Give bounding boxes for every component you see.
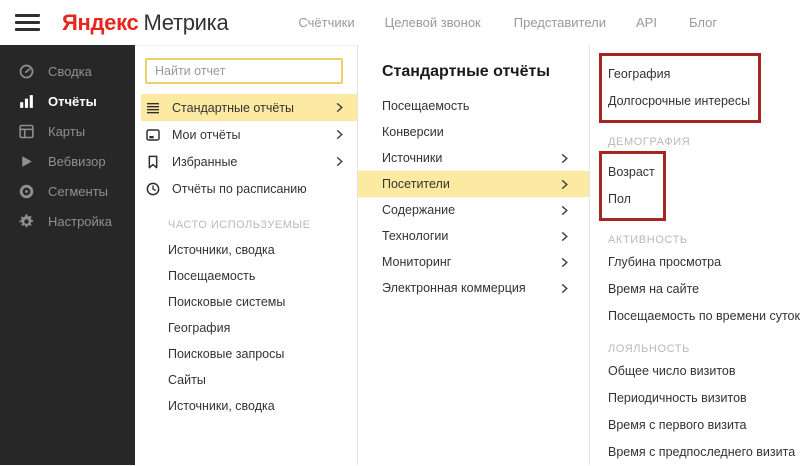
section-title-activity: АКТИВНОСТЬ bbox=[608, 234, 688, 246]
submenu-item-age[interactable]: Возраст bbox=[608, 159, 655, 186]
nav-counters[interactable]: Счётчики bbox=[298, 15, 354, 30]
submenu-item-long-term-interests[interactable]: Долгосрочные интересы bbox=[608, 88, 750, 115]
sidebar-item-label: Сегменты bbox=[48, 183, 109, 199]
report-item-content[interactable]: Содержание bbox=[358, 197, 589, 223]
report-item-conversions[interactable]: Конверсии bbox=[358, 119, 589, 145]
chevron-right-icon bbox=[559, 257, 570, 268]
report-item-monitoring[interactable]: Мониторинг bbox=[358, 249, 589, 275]
menu-item-label: Стандартные отчёты bbox=[172, 100, 295, 115]
bar-chart-icon bbox=[18, 93, 35, 110]
annotation-box-geography-interests: География Долгосрочные интересы bbox=[599, 53, 762, 123]
sidebar-item-label: Вебвизор bbox=[48, 153, 106, 169]
frequent-item-traffic[interactable]: Посещаемость bbox=[135, 263, 357, 289]
chevron-right-icon bbox=[559, 205, 570, 216]
report-search bbox=[135, 58, 357, 84]
frequent-item-sources-summary[interactable]: Источники, сводка bbox=[135, 237, 357, 263]
annotation-box-age-gender: Возраст Пол bbox=[599, 151, 666, 221]
sidebar-item-webvisor[interactable]: Вебвизор bbox=[0, 146, 135, 176]
report-item-label: Источники bbox=[382, 151, 443, 165]
top-header: Яндекс Метрика Счётчики Целевой звонок Пр… bbox=[0, 0, 800, 45]
submenu-item-time-since-first-visit[interactable]: Время с первого визита bbox=[608, 412, 800, 439]
section-title-demography: ДЕМОГРАФИЯ bbox=[608, 136, 691, 148]
hamburger-menu-icon[interactable] bbox=[15, 10, 40, 35]
report-item-sources[interactable]: Источники bbox=[358, 145, 589, 171]
sidebar-item-maps[interactable]: Карты bbox=[0, 116, 135, 146]
menu-item-standard-reports[interactable]: Стандартные отчёты bbox=[141, 94, 357, 121]
frequent-section-title: ЧАСТО ИСПОЛЬЗУЕМЫЕ bbox=[168, 219, 311, 231]
play-icon bbox=[18, 153, 35, 170]
bookmark-icon bbox=[145, 154, 161, 170]
nav-api[interactable]: API bbox=[636, 15, 657, 30]
chevron-right-icon bbox=[334, 129, 345, 140]
nav-target-call[interactable]: Целевой звонок bbox=[385, 15, 481, 30]
logo-product: Метрика bbox=[143, 9, 229, 35]
frequent-item-sources-summary-2[interactable]: Источники, сводка bbox=[135, 393, 357, 419]
submenu-item-traffic-by-time-of-day[interactable]: Посещаемость по времени суток bbox=[608, 303, 800, 330]
sidebar-item-label: Отчёты bbox=[48, 93, 97, 109]
report-item-label: Содержание bbox=[382, 203, 456, 217]
window-icon bbox=[145, 127, 161, 143]
sidebar-item-reports[interactable]: Отчёты bbox=[0, 86, 135, 116]
sidebar-item-segments[interactable]: Сегменты bbox=[0, 176, 135, 206]
report-item-label: Посещаемость bbox=[382, 99, 470, 113]
submenu-item-gender[interactable]: Пол bbox=[608, 186, 655, 213]
submenu-item-view-depth[interactable]: Глубина просмотра bbox=[608, 249, 800, 276]
frequent-item-geography[interactable]: География bbox=[135, 315, 357, 341]
sidebar: Сводка Отчёты Карты Вебвизор Сегменты На… bbox=[0, 45, 135, 465]
frequent-item-search-queries[interactable]: Поисковые запросы bbox=[135, 341, 357, 367]
report-search-input[interactable] bbox=[145, 58, 343, 84]
sidebar-item-label: Настройка bbox=[48, 213, 112, 229]
chevron-right-icon bbox=[559, 231, 570, 242]
standard-reports-title: Стандартные отчёты bbox=[382, 63, 550, 80]
menu-item-scheduled-reports[interactable]: Отчёты по расписанию bbox=[135, 175, 357, 202]
chevron-right-icon bbox=[559, 283, 570, 294]
top-navigation: Счётчики Целевой звонок Представители AP… bbox=[298, 15, 717, 30]
chevron-right-icon bbox=[559, 153, 570, 164]
report-item-ecommerce[interactable]: Электронная коммерция bbox=[358, 275, 589, 301]
sidebar-item-label: Карты bbox=[48, 123, 86, 139]
submenu-item-time-on-site[interactable]: Время на сайте bbox=[608, 276, 800, 303]
layout-icon bbox=[18, 123, 35, 140]
chevron-right-icon bbox=[334, 102, 345, 113]
menu-item-label: Отчёты по расписанию bbox=[172, 181, 307, 196]
report-menu-panel: Стандартные отчёты Мои отчёты Избранные bbox=[135, 45, 358, 465]
report-item-visitors[interactable]: Посетители bbox=[358, 171, 589, 197]
report-item-label: Электронная коммерция bbox=[382, 281, 526, 295]
menu-item-label: Избранные bbox=[172, 154, 238, 169]
gauge-icon bbox=[18, 63, 35, 80]
gear-icon bbox=[18, 213, 35, 230]
app-logo[interactable]: Яндекс Метрика bbox=[62, 9, 229, 36]
nav-blog[interactable]: Блог bbox=[689, 15, 717, 30]
submenu-item-time-since-penultimate-visit[interactable]: Время с предпоследнего визита bbox=[608, 439, 800, 466]
submenu-item-visit-frequency[interactable]: Периодичность визитов bbox=[608, 385, 800, 412]
sidebar-item-label: Сводка bbox=[48, 63, 92, 79]
menu-item-my-reports[interactable]: Мои отчёты bbox=[135, 121, 357, 148]
report-item-technology[interactable]: Технологии bbox=[358, 223, 589, 249]
nav-representatives[interactable]: Представители bbox=[514, 15, 606, 30]
logo-brand: Яндекс bbox=[62, 9, 139, 35]
menu-item-favorites[interactable]: Избранные bbox=[135, 148, 357, 175]
visitors-submenu-panel: География Долгосрочные интересы ДЕМОГРАФ… bbox=[590, 45, 800, 465]
sidebar-item-summary[interactable]: Сводка bbox=[0, 56, 135, 86]
report-item-label: Конверсии bbox=[382, 125, 444, 139]
segments-icon bbox=[18, 183, 35, 200]
sidebar-item-settings[interactable]: Настройка bbox=[0, 206, 135, 236]
frequent-item-sites[interactable]: Сайты bbox=[135, 367, 357, 393]
standard-reports-panel: Стандартные отчёты Посещаемость Конверси… bbox=[358, 45, 590, 465]
list-icon bbox=[145, 100, 161, 116]
chevron-right-icon bbox=[559, 179, 570, 190]
submenu-item-geography[interactable]: География bbox=[608, 61, 750, 88]
report-item-label: Технологии bbox=[382, 229, 449, 243]
report-item-label: Посетители bbox=[382, 177, 450, 191]
section-title-loyalty: ЛОЯЛЬНОСТЬ bbox=[608, 343, 690, 355]
main-layout: Сводка Отчёты Карты Вебвизор Сегменты На… bbox=[0, 45, 800, 465]
chevron-right-icon bbox=[334, 156, 345, 167]
report-item-traffic[interactable]: Посещаемость bbox=[358, 93, 589, 119]
report-item-label: Мониторинг bbox=[382, 255, 452, 269]
menu-item-label: Мои отчёты bbox=[172, 127, 241, 142]
submenu-item-total-visits[interactable]: Общее число визитов bbox=[608, 358, 800, 385]
clock-icon bbox=[145, 181, 161, 197]
frequent-item-search-engines[interactable]: Поисковые системы bbox=[135, 289, 357, 315]
